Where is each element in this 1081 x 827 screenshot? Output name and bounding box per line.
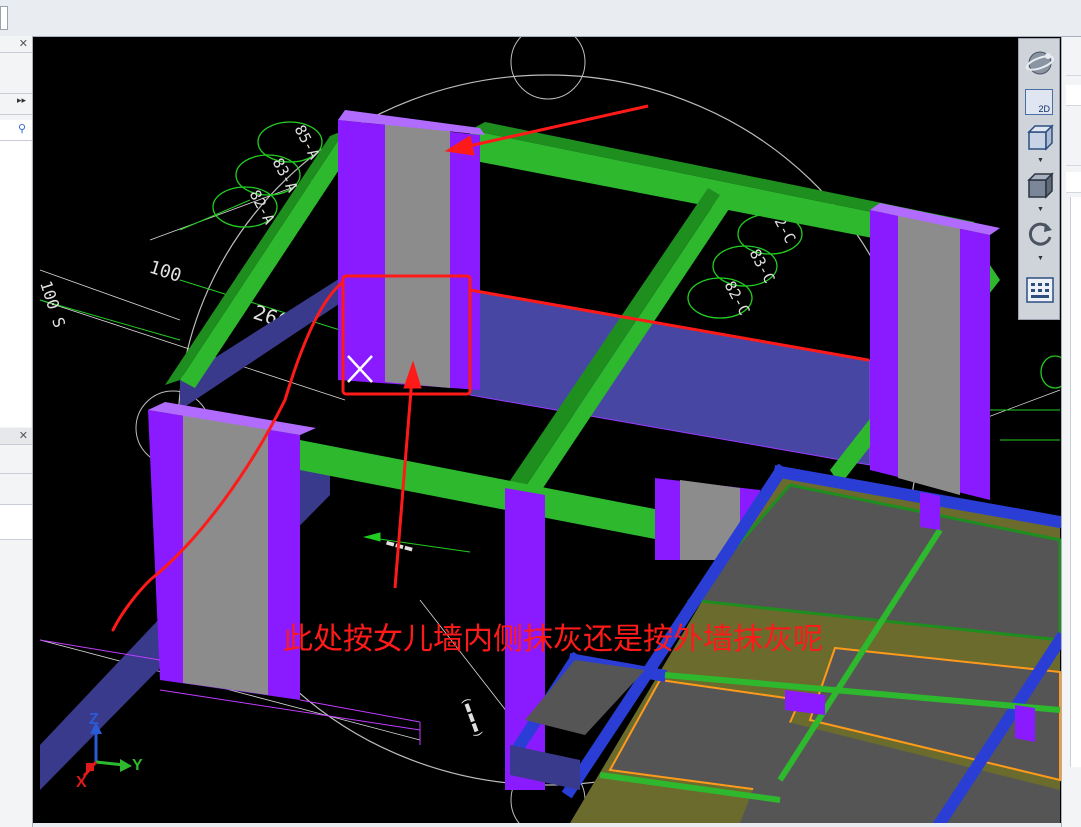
orbit-globe-icon[interactable]	[1025, 47, 1055, 77]
dimension-label: 100	[146, 257, 183, 287]
right-panel-cell[interactable]	[1066, 172, 1081, 193]
axis-tag-label: 82-C	[721, 278, 754, 318]
search-icon[interactable]: ⚲	[18, 122, 26, 135]
right-panel	[1061, 37, 1081, 827]
rotate-icon[interactable]	[1025, 219, 1055, 249]
left-panel-row	[0, 474, 32, 505]
right-panel-cell[interactable]	[1066, 85, 1081, 106]
left-panel-nav: ▸▸	[0, 88, 32, 115]
scene-svg: 85-A 83-A 82-A 2-C 83-C 82-C 100 2600 10…	[36, 37, 1061, 823]
top-toolbar	[0, 0, 1081, 37]
close-icon[interactable]: ✕	[19, 429, 28, 442]
axis-x-label: X	[76, 774, 87, 791]
double-chevron-right-icon[interactable]: ▸▸	[17, 95, 26, 106]
floor-text: (▬▬▬)	[459, 697, 485, 739]
status-bar	[33, 823, 1061, 827]
dashboard-icon[interactable]	[1025, 275, 1055, 305]
axis-tag-label: 82-A	[246, 187, 279, 227]
orbit-handle-top[interactable]	[510, 37, 586, 100]
annotation-text: 此处按女儿墙内侧抹灰还是按外墙抹灰呢	[283, 622, 823, 657]
chevron-down-icon[interactable]: ▼	[1037, 255, 1044, 262]
parapet-wall-back[interactable]	[469, 289, 871, 466]
axis-y-label: Y	[132, 757, 143, 774]
axis-tag-label: 83-C	[746, 246, 779, 286]
view-solid-box-icon[interactable]	[1025, 171, 1055, 201]
left-panel: ✕ ▸▸ ⚲ ✕	[0, 36, 33, 827]
chevron-down-icon[interactable]: ▼	[1037, 157, 1044, 164]
beam-front[interactable]	[300, 440, 660, 540]
right-panel-cell[interactable]	[1066, 55, 1081, 76]
close-icon[interactable]: ✕	[19, 37, 28, 50]
cad-3d-viewport[interactable]: 85-A 83-A 82-A 2-C 83-C 82-C 100 2600 10…	[33, 37, 1061, 823]
column-core	[183, 415, 268, 695]
left-panel-row	[0, 505, 32, 540]
dimension-label: 100 S	[36, 278, 69, 330]
right-panel-cell[interactable]	[1066, 145, 1081, 166]
axis-z-label: Z	[89, 711, 99, 728]
column-core	[898, 215, 960, 495]
view-3d-box-icon[interactable]	[1025, 123, 1055, 153]
left-panel-list	[0, 141, 31, 427]
view-toolbar: 2D ▼ ▼ ▼	[1018, 38, 1060, 320]
column-core	[385, 118, 450, 388]
left-panel-search[interactable]: ⚲	[0, 120, 32, 141]
left-panel-row	[0, 445, 32, 474]
left-panel-header: ✕	[0, 36, 32, 53]
right-panel-list	[1070, 197, 1081, 767]
top-input-field[interactable]	[0, 6, 8, 30]
left-panel-header-2: ✕	[0, 428, 32, 445]
view-2d-icon[interactable]: 2D	[1025, 89, 1053, 115]
chevron-down-icon[interactable]: ▼	[1037, 206, 1044, 213]
